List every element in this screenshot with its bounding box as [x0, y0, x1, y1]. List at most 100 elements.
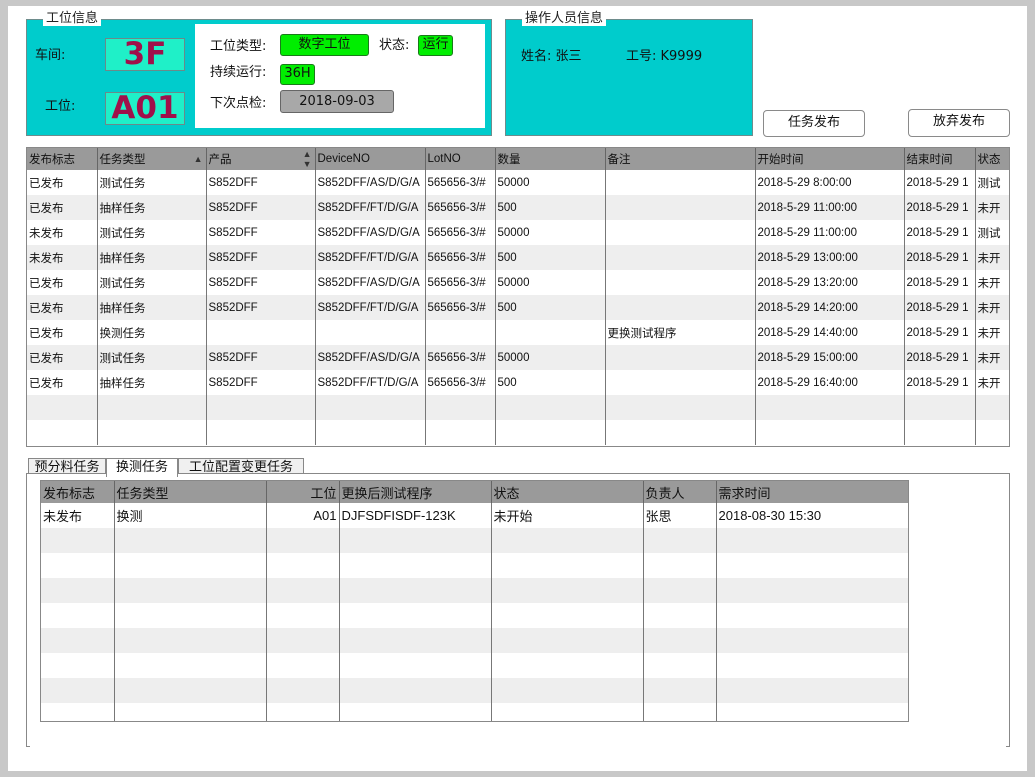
table-row[interactable]: 未发布 测试任务 S852DFF S852DFF/AS/D/G/A 565656-3/#…: [27, 220, 1009, 245]
table-cell: [495, 420, 606, 445]
table-row[interactable]: [41, 653, 908, 678]
table-cell: 2018-5-29 1: [904, 295, 976, 320]
table-cell: 2018-5-29 15:00:00: [755, 345, 905, 370]
table-cell: [491, 528, 644, 553]
col-header-status-2[interactable]: 状态: [491, 481, 644, 503]
table-cell: [716, 703, 908, 721]
table-cell: [27, 395, 98, 420]
table-cell: [643, 578, 717, 603]
table-row[interactable]: [41, 578, 908, 603]
col-header-remark[interactable]: 备注: [605, 148, 756, 170]
table-row[interactable]: [41, 528, 908, 553]
table-cell: 565656-3/#: [425, 345, 496, 370]
col-header-quantity[interactable]: 数量: [495, 148, 606, 170]
table-row[interactable]: 未发布 抽样任务 S852DFF S852DFF/FT/D/G/A 565656-3/#…: [27, 245, 1009, 270]
table-cell: [491, 653, 644, 678]
col-header-publish-flag[interactable]: 发布标志: [27, 148, 98, 170]
table-row[interactable]: 已发布 抽样任务 S852DFF S852DFF/FT/D/G/A 565656-3/#…: [27, 195, 1009, 220]
table-row[interactable]: 未发布 换测 A01 DJFSDFISDF-123K 未开始 张思 2018-08-30 1…: [41, 503, 908, 528]
table-row[interactable]: [41, 553, 908, 578]
table-cell: 2018-5-29 14:20:00: [755, 295, 905, 320]
table-cell: [339, 703, 492, 721]
table-cell: [904, 420, 976, 445]
col-header-task-type[interactable]: 任务类型 ▲: [97, 148, 207, 170]
table-cell: 2018-5-29 1: [904, 170, 976, 195]
col-header-required-time[interactable]: 需求时间: [716, 481, 908, 503]
station-type-label: 工位类型:: [210, 39, 267, 54]
table-cell: [206, 395, 316, 420]
table-cell: [315, 320, 426, 345]
table-cell: 2018-5-29 14:40:00: [755, 320, 905, 345]
col-header-status[interactable]: 状态: [975, 148, 1009, 170]
table-row[interactable]: 已发布 换测任务 更换测试程序 2018-5-29 14:40:00 2018-5-29…: [27, 320, 1009, 345]
operator-info-title: 操作人员信息: [522, 12, 607, 26]
table-cell: [491, 628, 644, 653]
table-cell: S852DFF: [206, 370, 316, 395]
table-cell: 2018-5-29 1: [904, 320, 976, 345]
operator-id: 工号: K9999: [626, 49, 703, 64]
table-cell: 未开: [975, 270, 1009, 295]
table-cell: 未开: [975, 195, 1009, 220]
tab-change-test[interactable]: 换测任务: [106, 458, 178, 477]
table-cell: [41, 603, 115, 628]
table-row[interactable]: 已发布 抽样任务 S852DFF S852DFF/FT/D/G/A 565656-3/#…: [27, 370, 1009, 395]
table-cell: 抽样任务: [97, 245, 207, 270]
table-cell: 已发布: [27, 195, 98, 220]
table-cell: [41, 578, 115, 603]
operator-info-group: 姓名: 张三 工号: K9999: [505, 19, 753, 136]
col-header-product[interactable]: 产品 ▲ ▼: [206, 148, 316, 170]
station-value: A01: [105, 92, 185, 125]
table-row[interactable]: [27, 420, 1009, 445]
table-cell: 未开: [975, 245, 1009, 270]
sort-both-icon: ▲ ▼: [302, 149, 312, 169]
tab-panel-corner-right: [1006, 741, 1010, 747]
table-cell: 2018-5-29 1: [904, 370, 976, 395]
abandon-publish-button[interactable]: 放弃发布: [908, 109, 1010, 137]
col-header-task-type-2[interactable]: 任务类型: [114, 481, 267, 503]
table-row[interactable]: 已发布 测试任务 S852DFF S852DFF/AS/D/G/A 565656-3/#…: [27, 270, 1009, 295]
table-row[interactable]: [41, 678, 908, 703]
col-header-publish-flag-2[interactable]: 发布标志: [41, 481, 115, 503]
table-cell: [266, 528, 340, 553]
col-header-end-time[interactable]: 结束时间: [904, 148, 976, 170]
table-cell: 2018-5-29 1: [904, 220, 976, 245]
table-cell: 未发布: [27, 220, 98, 245]
table-cell: 测试: [975, 170, 1009, 195]
table-cell: [755, 420, 905, 445]
table-cell: 未发布: [27, 245, 98, 270]
table-cell: [491, 578, 644, 603]
table-cell: [716, 678, 908, 703]
table-row[interactable]: 已发布 测试任务 S852DFF S852DFF/AS/D/G/A 565656-3/#…: [27, 170, 1009, 195]
table-cell: 测试任务: [97, 345, 207, 370]
table-cell: [975, 420, 1009, 445]
col-header-device-no[interactable]: DeviceNO: [315, 148, 426, 170]
table-cell: [114, 628, 267, 653]
table-cell: [605, 345, 756, 370]
col-header-owner[interactable]: 负责人: [643, 481, 717, 503]
table-row[interactable]: [41, 703, 908, 721]
col-header-new-program[interactable]: 更换后测试程序: [339, 481, 492, 503]
table-row[interactable]: [27, 395, 1009, 420]
station-status-label: 状态:: [379, 38, 410, 53]
table-row[interactable]: [41, 603, 908, 628]
table-row[interactable]: [41, 628, 908, 653]
col-header-lot-no[interactable]: LotNO: [425, 148, 496, 170]
table-cell: [339, 653, 492, 678]
table-cell: [605, 295, 756, 320]
table-cell: S852DFF/AS/D/G/A: [315, 270, 426, 295]
table-cell: [339, 578, 492, 603]
table-cell: [315, 420, 426, 445]
table-cell: [425, 420, 496, 445]
publish-task-button[interactable]: 任务发布: [763, 110, 865, 137]
table-row[interactable]: 已发布 抽样任务 S852DFF S852DFF/FT/D/G/A 565656-3/#…: [27, 295, 1009, 320]
col-header-station-2[interactable]: 工位: [266, 481, 340, 503]
table-cell: [266, 603, 340, 628]
workshop-label: 车间:: [35, 48, 66, 63]
table-cell: 565656-3/#: [425, 370, 496, 395]
table-cell: [339, 603, 492, 628]
table-cell: 50000: [495, 345, 606, 370]
table-cell: S852DFF/FT/D/G/A: [315, 245, 426, 270]
col-header-start-time[interactable]: 开始时间: [755, 148, 905, 170]
table-cell: [491, 678, 644, 703]
table-row[interactable]: 已发布 测试任务 S852DFF S852DFF/AS/D/G/A 565656-3/#…: [27, 345, 1009, 370]
